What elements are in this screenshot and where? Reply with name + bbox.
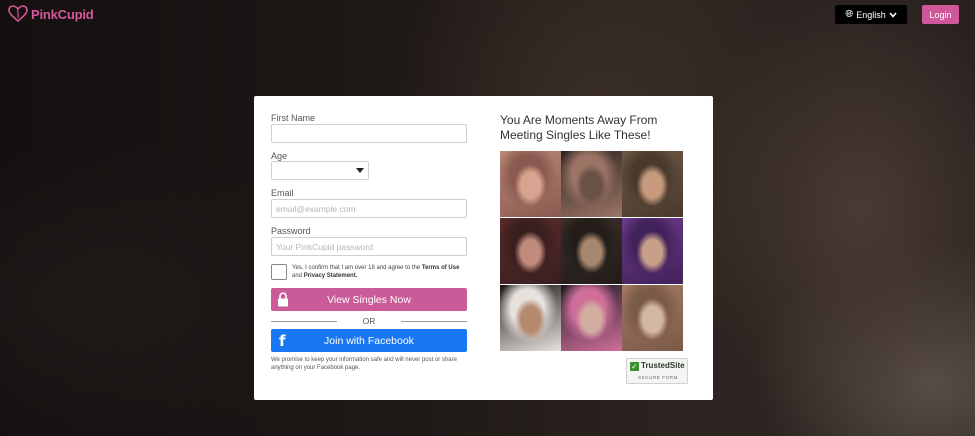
trustedsite-badge[interactable]: ✓ TrustedSite SECURE FORM (626, 358, 688, 384)
consent-prefix: Yes, I confirm that I am over 18 and agr… (292, 265, 421, 271)
consent-text: Yes, I confirm that I am over 18 and agr… (292, 264, 462, 280)
logo[interactable]: PinkCupid (8, 5, 94, 23)
join-facebook-button[interactable]: f Join with Facebook (271, 329, 467, 352)
member-photo (500, 151, 561, 217)
facebook-privacy-note: We promise to keep your information safe… (271, 357, 457, 371)
trusted-subtitle: SECURE FORM (638, 375, 678, 380)
terms-link[interactable]: Terms of Use (422, 265, 460, 271)
email-label: Email (271, 188, 294, 198)
member-photo (500, 285, 561, 351)
member-photo (500, 218, 561, 284)
join-facebook-label: Join with Facebook (324, 334, 414, 347)
member-photo (561, 151, 622, 217)
consent-checkbox[interactable] (271, 264, 287, 280)
trusted-title: TrustedSite (641, 361, 685, 370)
signup-card: First Name Age Email email@example.com P… (254, 96, 713, 400)
view-singles-label: View Singles Now (327, 293, 411, 306)
logo-text: PinkCupid (31, 6, 94, 22)
top-bar: PinkCupid 🌐︎ English Login (0, 0, 975, 30)
privacy-link[interactable]: Privacy Statement. (304, 273, 358, 279)
age-label: Age (271, 151, 288, 161)
first-name-label: First Name (271, 113, 316, 123)
promo-headline: You Are Moments Away From Meeting Single… (500, 113, 658, 142)
member-photo (622, 151, 683, 217)
consent-and: and (292, 273, 303, 279)
member-photo (622, 218, 683, 284)
member-photo (561, 218, 622, 284)
member-photo (622, 285, 683, 351)
checkmark-icon: ✓ (630, 362, 639, 371)
language-label: English (856, 9, 886, 20)
password-label: Password (271, 226, 311, 236)
view-singles-button[interactable]: View Singles Now (271, 288, 467, 311)
divider-line-right (401, 321, 467, 322)
facebook-icon: f (279, 332, 286, 350)
member-photo (561, 285, 622, 351)
email-field[interactable]: email@example.com (271, 199, 467, 218)
age-select[interactable] (271, 161, 369, 180)
caret-down-icon (356, 168, 364, 173)
heart-logo-icon (8, 5, 28, 23)
password-field[interactable]: Your PinkCupid password (271, 237, 467, 256)
chevron-down-icon (889, 11, 897, 18)
globe-icon: 🌐︎ (845, 9, 854, 20)
lock-icon (278, 292, 288, 307)
login-button[interactable]: Login (922, 5, 959, 24)
member-photo-grid (500, 151, 683, 351)
or-divider: OR (271, 315, 467, 327)
first-name-field[interactable] (271, 124, 467, 143)
language-selector[interactable]: 🌐︎ English (835, 5, 907, 24)
